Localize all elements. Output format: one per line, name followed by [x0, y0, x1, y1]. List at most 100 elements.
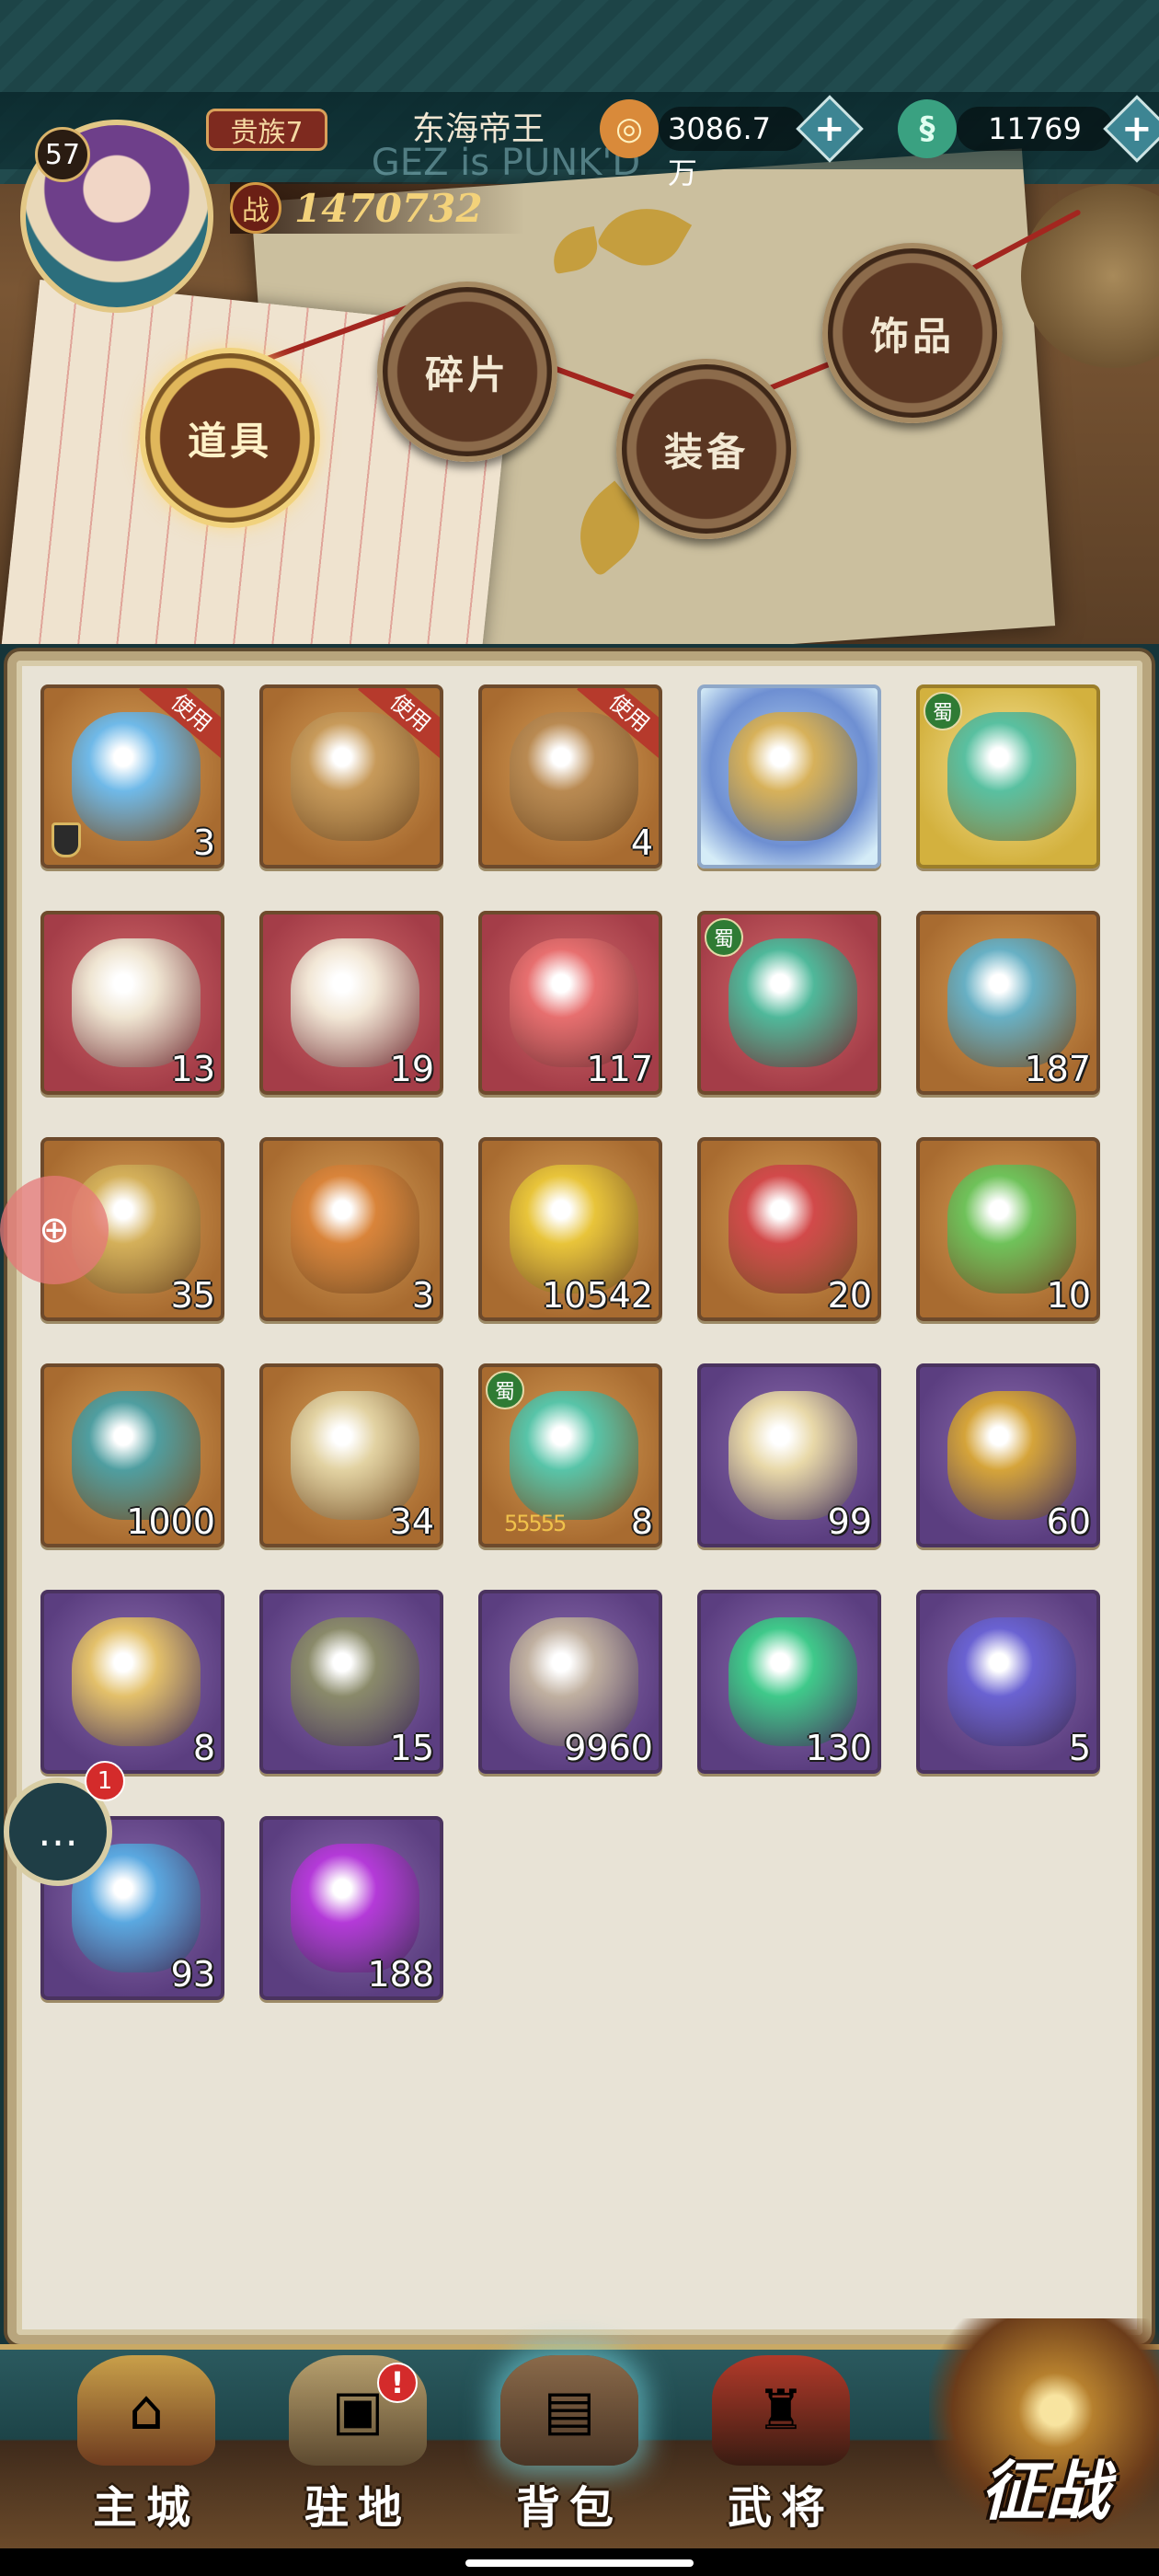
- item-count: 8: [630, 1501, 653, 1542]
- item-count: 34: [389, 1501, 434, 1542]
- gamepad-icon: ⊕: [39, 1209, 70, 1251]
- inventory-slot[interactable]: 使用 3: [40, 684, 224, 868]
- floating-game-button[interactable]: ⊕: [0, 1176, 109, 1284]
- item-count: 60: [1046, 1501, 1091, 1542]
- imperial-scroll-icon: [72, 1617, 201, 1746]
- inventory-slot[interactable]: 1000: [40, 1363, 224, 1547]
- item-count: 187: [1024, 1049, 1091, 1089]
- bronze-key-icon: [291, 1617, 419, 1746]
- golden-crown-emblem-icon: [729, 712, 857, 841]
- add-copper-button[interactable]: +: [796, 95, 864, 163]
- faction-orb-pendant-icon: [947, 712, 1076, 841]
- inventory-slot[interactable]: 使用: [259, 684, 443, 868]
- nav-backpack[interactable]: ▤ 背包: [473, 2355, 666, 2539]
- combat-power-value: 1470732: [294, 185, 483, 231]
- inventory-slot[interactable]: 3: [259, 1137, 443, 1321]
- inventory-slot[interactable]: 187: [916, 911, 1100, 1095]
- faction-jade-orb-icon: [729, 938, 857, 1067]
- item-count: 13: [170, 1049, 215, 1089]
- seashell-icon: [291, 938, 419, 1067]
- nav-label: 背包: [515, 2482, 623, 2534]
- chat-bubble-icon: …: [38, 1808, 78, 1856]
- faction-badge: 蜀: [486, 1371, 524, 1409]
- stronghold-alert-badge: !: [377, 2363, 418, 2403]
- scroll-cards-icon: [729, 1391, 857, 1520]
- item-count: 20: [827, 1275, 872, 1316]
- item-count: 8: [192, 1728, 215, 1768]
- orb-crate-icon: [510, 712, 638, 841]
- inventory-slot[interactable]: 10: [916, 1137, 1100, 1321]
- nav-label: 驻地: [304, 2482, 411, 2534]
- jade-dragon-icon: §: [898, 99, 957, 158]
- golden-pearl-box-icon: [510, 1165, 638, 1294]
- ivory-horn-icon: [72, 938, 201, 1067]
- item-count: 93: [170, 1954, 215, 1995]
- faction-badge: 蜀: [705, 918, 743, 957]
- combat-power: 战 1470732: [230, 182, 524, 234]
- inventory-slot[interactable]: 蜀: [697, 911, 881, 1095]
- inventory-slot[interactable]: 5: [916, 1590, 1100, 1774]
- item-count: 3: [411, 1275, 434, 1316]
- add-jade-button[interactable]: +: [1103, 95, 1159, 163]
- mystery-stone-icon: [72, 712, 201, 841]
- red-crystal-icon: [729, 1165, 857, 1294]
- inventory-slot[interactable]: 34: [259, 1363, 443, 1547]
- nav-main-city[interactable]: ⌂ 主城: [50, 2355, 243, 2539]
- inventory-slot[interactable]: 蜀: [916, 684, 1100, 868]
- inventory-grid: 使用 3 使用 使用 4 蜀 13 19 117 蜀 187 35 3 10542 20 10 1000 34 蜀 5…: [40, 684, 1117, 2000]
- copper-coin-icon: ◎: [600, 99, 659, 158]
- bound-shield-icon: [52, 822, 81, 857]
- copper-value: 3086.7万: [659, 107, 806, 190]
- home-indicator[interactable]: [465, 2559, 694, 2567]
- inventory-slot[interactable]: 60: [916, 1363, 1100, 1547]
- nav-stronghold[interactable]: ▣ 驻地: [261, 2355, 454, 2539]
- vip-rank-badge[interactable]: 贵族7: [206, 109, 327, 151]
- jade-coin-icon: [291, 1391, 419, 1520]
- nav-generals[interactable]: ♜ 武将: [684, 2355, 878, 2539]
- tab-accessories[interactable]: 饰品: [822, 243, 1003, 423]
- tab-equipment[interactable]: 装备: [616, 359, 797, 539]
- inventory-slot[interactable]: [697, 684, 881, 868]
- inventory-slot[interactable]: 130: [697, 1590, 881, 1774]
- inventory-slot[interactable]: 15: [259, 1590, 443, 1774]
- armillary-sphere-icon: [947, 1391, 1076, 1520]
- green-flame-icon: [729, 1617, 857, 1746]
- plus-icon: +: [814, 107, 845, 150]
- sword-emblem-icon: [947, 938, 1076, 1067]
- item-count: 117: [586, 1049, 653, 1089]
- inventory-slot[interactable]: 19: [259, 911, 443, 1095]
- green-crystal-icon: [947, 1165, 1076, 1294]
- inventory-slot[interactable]: 使用 4: [478, 684, 662, 868]
- inventory-slot[interactable]: 13: [40, 911, 224, 1095]
- red-jade-lion-icon: [510, 938, 638, 1067]
- power-icon: 战: [230, 182, 281, 234]
- general-helmet-icon: ♜: [712, 2355, 850, 2466]
- inventory-slot[interactable]: 188: [259, 1816, 443, 2000]
- inventory-slot[interactable]: 9960: [478, 1590, 662, 1774]
- background-gong: [1021, 184, 1159, 368]
- purple-orb-icon: [947, 1617, 1076, 1746]
- nav-label: 武将: [727, 2482, 834, 2534]
- item-stars: 55555: [504, 1511, 567, 1536]
- inventory-slot[interactable]: 20: [697, 1137, 881, 1321]
- inventory-slot[interactable]: 99: [697, 1363, 881, 1547]
- tab-items[interactable]: 道具: [140, 348, 320, 528]
- item-count: 10542: [542, 1275, 653, 1316]
- campaign-label[interactable]: 征战: [953, 2455, 1137, 2528]
- item-count: 99: [827, 1501, 872, 1542]
- item-count: 35: [170, 1275, 215, 1316]
- inventory-slot[interactable]: 8: [40, 1590, 224, 1774]
- item-count: 9960: [564, 1728, 653, 1768]
- tab-fragments[interactable]: 碎片: [377, 282, 557, 462]
- inventory-slot[interactable]: 117: [478, 911, 662, 1095]
- item-count: 130: [805, 1728, 872, 1768]
- dragon-dagger-icon: [510, 1617, 638, 1746]
- inventory-slot[interactable]: 10542: [478, 1137, 662, 1321]
- level-badge: 57: [35, 127, 90, 182]
- inventory-slot[interactable]: 蜀 55555 8: [478, 1363, 662, 1547]
- copper-currency: ◎ 3086.7万 +: [600, 95, 864, 190]
- item-count: 19: [389, 1049, 434, 1089]
- jade-value: 11769: [957, 107, 1113, 151]
- item-count: 10: [1046, 1275, 1091, 1316]
- item-count: 188: [367, 1954, 434, 1995]
